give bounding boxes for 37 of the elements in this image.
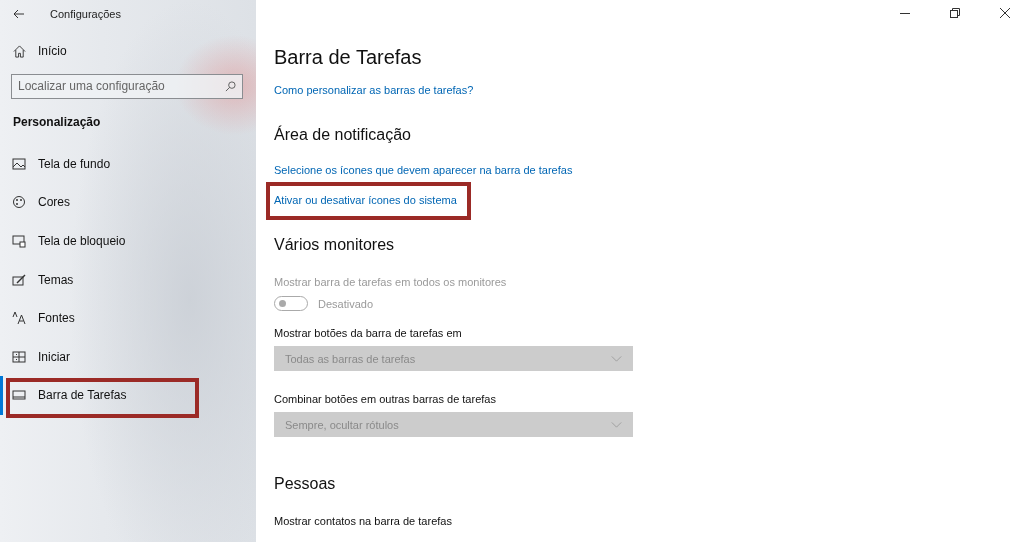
window-title: Configurações [50,8,121,20]
link[interactable]: Como personalizar as barras de tarefas? [274,84,474,96]
toggle-state-label: Desativado [318,297,374,310]
page-title: Barra de Tarefas [274,46,423,69]
nav-item[interactable]: Iniciar [0,337,256,377]
section-heading: Área de notificação [274,126,411,144]
chevron-down-icon [611,355,622,362]
palette-icon [12,195,26,210]
chevron-down-icon [611,421,622,428]
start-icon [12,349,26,364]
back-arrow-icon[interactable] [13,9,25,19]
search-field[interactable]: Localizar uma configuração [11,73,243,99]
nav-item[interactable]: Tela de bloqueio [0,221,256,261]
section-heading: Pessoas [274,475,336,493]
close-icon[interactable] [1000,8,1010,18]
link[interactable]: Ativar ou desativar ícones do sistema [274,194,457,206]
taskbar-icon [12,388,26,403]
nav-item[interactable]: Barra de Tarefas [0,376,256,415]
setting-label: Mostrar contatos na barra de tarefas [274,515,452,527]
nav-item[interactable]: Temas [0,260,256,299]
home-icon [13,44,26,58]
setting-label: Mostrar botões da barra de tarefas em [274,327,462,339]
lock-icon [12,234,26,248]
brush-icon [12,272,26,287]
home-nav-item[interactable]: Início [13,44,67,58]
section-heading: Personalização [13,114,102,129]
nav-item[interactable]: Cores [0,183,256,222]
setting-label: Mostrar barra de tarefas em todos os monitores [274,276,507,288]
font-icon [12,311,26,326]
nav-item[interactable]: Fontes [0,298,256,338]
restore-icon[interactable] [950,8,960,18]
nav-item[interactable]: Tela de fundo [0,144,256,184]
picture-icon [12,156,26,171]
section-heading: Vários monitores [274,236,395,254]
search-icon [225,80,236,92]
setting-label: Combinar botões em outras barras de tarefas [274,393,496,405]
link[interactable]: Selecione os ícones que devem aparecer na barra de tarefas [274,164,573,176]
